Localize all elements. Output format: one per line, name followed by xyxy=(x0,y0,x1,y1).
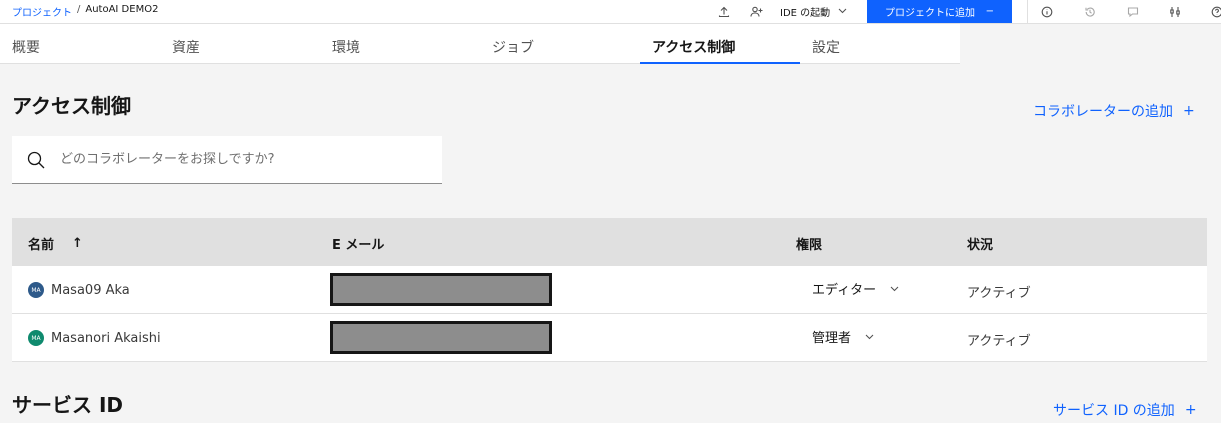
add-collaborator-link[interactable]: コラボレーターの追加 + xyxy=(1033,101,1195,121)
column-header-status: 状況 xyxy=(967,238,994,253)
tab-bar-filler xyxy=(960,24,1221,64)
top-bar: プロジェクト / AutoAI DEMO2 IDE の起動 プロジェクトに追加 … xyxy=(0,0,1221,24)
ide-launch-label: IDE の起動 xyxy=(780,8,831,19)
redacted-email xyxy=(330,321,552,354)
tab-overview[interactable]: 概要 xyxy=(0,24,160,64)
tab-access-control[interactable]: アクセス制御 xyxy=(640,24,800,64)
role-dropdown-value: 管理者 xyxy=(812,331,852,346)
collaborator-name-cell: MA Masanori Akaishi xyxy=(28,330,161,346)
add-collaborator-label: コラボレーターの追加 xyxy=(1033,104,1173,120)
toolbar-divider xyxy=(1027,0,1028,23)
breadcrumb-separator: / xyxy=(77,4,81,15)
table-header: 名前 ↑ E メール 権限 状況 xyxy=(12,218,1207,266)
column-header-name-label: 名前 xyxy=(28,238,55,253)
plus-icon: + xyxy=(1184,402,1197,418)
collaborator-name: Masa09 Aka xyxy=(51,282,130,298)
collaborator-search xyxy=(12,136,442,184)
add-service-id-label: サービス ID の追加 xyxy=(1053,403,1175,419)
tab-environments[interactable]: 環境 xyxy=(320,24,480,64)
add-service-id-link[interactable]: サービス ID の追加 + xyxy=(1053,400,1197,420)
ide-launch-button[interactable]: IDE の起動 xyxy=(780,0,847,23)
chevron-down-icon xyxy=(890,281,899,296)
collaborators-table: 名前 ↑ E メール 権限 状況 MA Masa09 Aka エディター アクテ… xyxy=(12,218,1207,362)
collaborator-status: アクティブ xyxy=(967,286,1031,301)
breadcrumb-projects-link[interactable]: プロジェクト xyxy=(12,4,72,19)
redacted-email xyxy=(330,273,552,306)
add-to-project-label: プロジェクトに追加 xyxy=(885,8,975,19)
access-control-title: アクセス制御 xyxy=(12,94,131,118)
tab-jobs[interactable]: ジョブ xyxy=(480,24,640,64)
sort-ascending-icon: ↑ xyxy=(72,236,83,251)
service-id-title: サービス ID xyxy=(12,393,124,417)
chevron-down-icon xyxy=(838,6,847,17)
help-icon[interactable] xyxy=(1208,3,1221,21)
table-row: MA Masa09 Aka エディター アクティブ xyxy=(12,266,1207,314)
breadcrumb: プロジェクト / AutoAI DEMO2 xyxy=(12,4,158,19)
collaborator-name-cell: MA Masa09 Aka xyxy=(28,282,130,298)
settings-adjust-icon[interactable] xyxy=(1166,3,1184,21)
tab-assets[interactable]: 資産 xyxy=(160,24,320,64)
add-user-icon[interactable] xyxy=(747,3,765,21)
chevron-down-icon xyxy=(865,329,874,344)
column-header-name[interactable]: 名前 ↑ xyxy=(28,234,83,253)
avatar: MA xyxy=(28,282,44,298)
comment-icon[interactable] xyxy=(1124,3,1142,21)
collaborator-name: Masanori Akaishi xyxy=(51,330,161,346)
column-header-role: 権限 xyxy=(796,238,823,253)
role-dropdown-value: エディター xyxy=(812,283,877,298)
collaborator-status: アクティブ xyxy=(967,334,1031,349)
tab-settings[interactable]: 設定 xyxy=(800,24,960,64)
minus-icon: − xyxy=(985,6,994,17)
history-icon[interactable] xyxy=(1081,3,1099,21)
project-tabs: 概要 資産 環境 ジョブ アクセス制御 設定 xyxy=(0,24,960,64)
upload-icon[interactable] xyxy=(715,3,733,21)
role-dropdown[interactable]: エディター xyxy=(812,279,899,298)
collaborator-search-input[interactable] xyxy=(60,152,430,167)
column-header-email: E メール xyxy=(332,238,385,253)
info-icon[interactable] xyxy=(1038,3,1056,21)
avatar: MA xyxy=(28,330,44,346)
table-row: MA Masanori Akaishi 管理者 アクティブ xyxy=(12,314,1207,362)
role-dropdown[interactable]: 管理者 xyxy=(812,327,874,346)
plus-icon: + xyxy=(1183,103,1195,119)
search-icon xyxy=(12,151,60,169)
breadcrumb-current: AutoAI DEMO2 xyxy=(85,4,159,15)
add-to-project-button[interactable]: プロジェクトに追加 − xyxy=(867,0,1012,23)
